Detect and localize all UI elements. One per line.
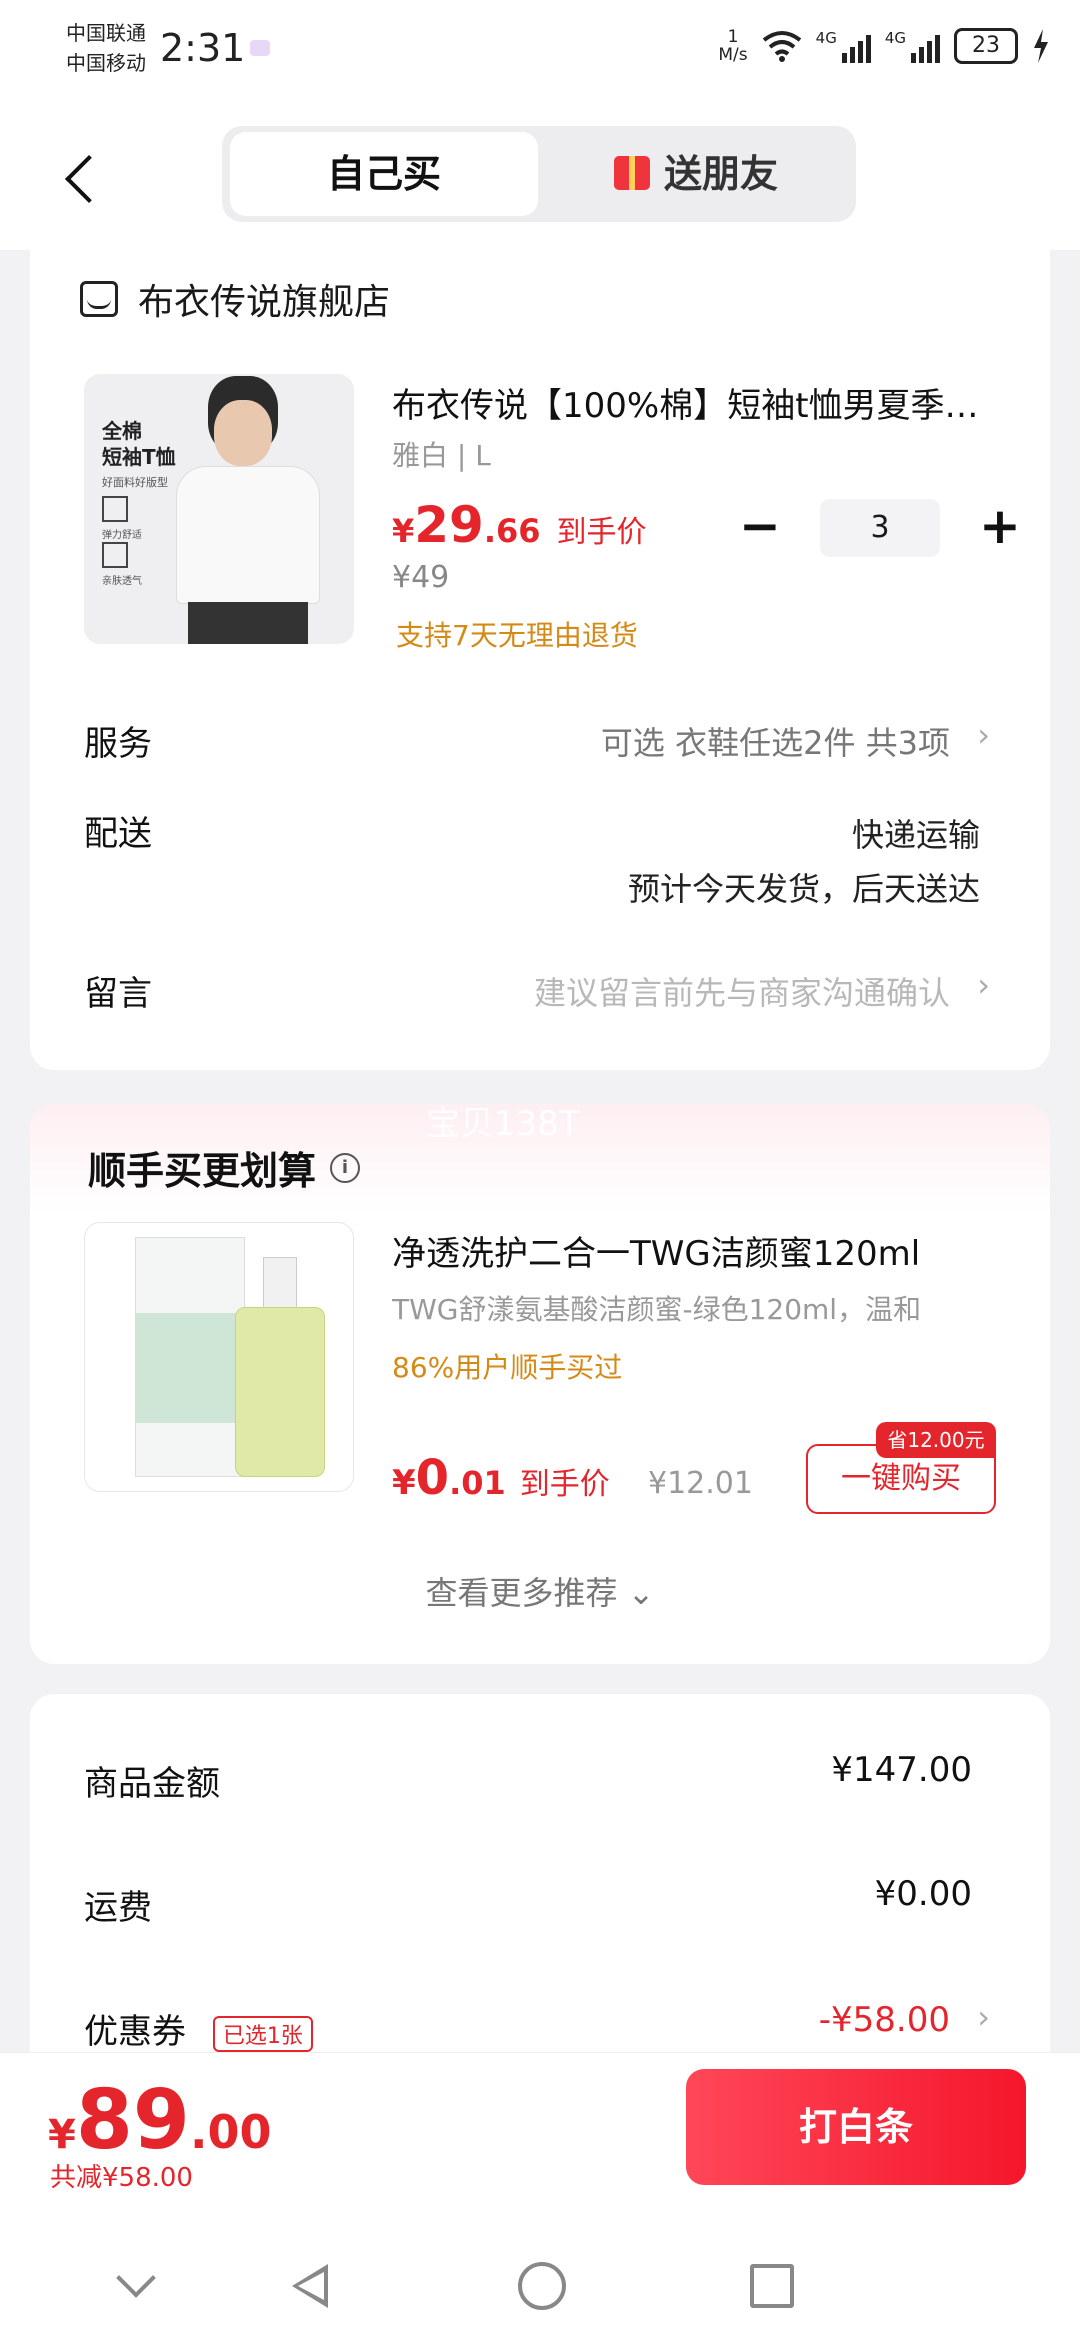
model-pants [188, 602, 308, 644]
coupon-selected-badge: 已选1张 [212, 2015, 313, 2052]
chevron-right-icon[interactable]: › [977, 716, 990, 754]
coupon-row[interactable]: 优惠券 已选1张 [84, 2004, 313, 2053]
status-icons: 1 M/s 4G 4G 23 [718, 28, 1050, 64]
goods-amount-value: ¥147.00 [831, 1750, 972, 1790]
nav-recent-apps-icon[interactable] [746, 2260, 796, 2310]
savings-badge: 省12.00元 [876, 1422, 996, 1458]
carrier-2: 中国移动 [66, 51, 146, 75]
system-nav-bar [0, 2230, 1080, 2340]
feature-icon [102, 542, 128, 568]
store-icon [80, 281, 118, 317]
thumb-caption: 全棉 短袖T恤 [102, 419, 176, 469]
pay-button[interactable]: 打白条 [686, 2069, 1026, 2185]
store-header[interactable]: 布衣传说旗舰店 [80, 274, 390, 324]
recommend-users-note: 86%用户顺手买过 [392, 1351, 623, 1384]
info-icon[interactable]: i [330, 1152, 361, 1183]
recommend-price: ¥0.01 到手价 [392, 1450, 610, 1506]
coupon-label: 优惠券 [84, 2012, 186, 2052]
notification-icon [250, 40, 270, 56]
model-face [214, 400, 272, 466]
package-band [135, 1313, 245, 1423]
store-name: 布衣传说旗舰店 [138, 282, 391, 323]
nav-back-icon[interactable] [284, 2260, 334, 2310]
checkout-bar: ¥89.00 共减¥58.00 打白条 [0, 2052, 1080, 2230]
model-shirt [176, 466, 320, 604]
delivery-method: 快递运输 [851, 816, 980, 854]
wifi-icon [762, 31, 801, 62]
service-value[interactable]: 可选 衣鞋任选2件 共3项 [601, 718, 950, 764]
back-button[interactable] [60, 148, 100, 208]
bottle-pump [263, 1257, 297, 1311]
product-price: ¥29.66 到手价 [392, 496, 647, 554]
chevron-down-icon[interactable] [110, 2260, 160, 2310]
coupon-value[interactable]: -¥58.00 [819, 2000, 950, 2040]
quantity-stepper: − 3 + [730, 498, 1030, 558]
network-speed: 1 M/s [718, 27, 748, 65]
shipping-label: 运费 [84, 1888, 152, 1928]
more-recommendations-link[interactable]: 查看更多推荐 ⌄ [30, 1568, 1050, 1614]
feature-icon [102, 496, 128, 522]
quantity-input[interactable]: 3 [820, 499, 940, 557]
recommend-card: 宝贝138T 顺手买更划算 i 净透洗护二合一TWG洁颜蜜120ml TWG舒漾… [30, 1104, 1050, 1664]
product-thumbnail[interactable]: 全棉 短袖T恤 好面料好版型 弹力舒适 亲肤透气 [84, 374, 354, 644]
thumb-feature-2: 亲肤透气 [102, 576, 142, 587]
recommend-original-price: ¥12.01 [648, 1466, 753, 1501]
product-title[interactable]: 布衣传说【100%棉】短袖t恤男夏季纯棉 [392, 378, 992, 427]
carrier-1: 中国联通 [66, 21, 146, 45]
purchase-mode-tabs: 自己买 送朋友 [222, 126, 856, 222]
tab-send-to-friend[interactable]: 送朋友 [544, 132, 848, 216]
header: 自己买 送朋友 [0, 110, 1080, 250]
bottle [235, 1307, 325, 1477]
charging-icon [1034, 29, 1048, 63]
recommend-title: 顺手买更划算 i [88, 1140, 361, 1195]
chevron-right-icon[interactable]: › [977, 966, 990, 1004]
order-card: 布衣传说旗舰店 全棉 短袖T恤 好面料好版型 弹力舒适 亲肤透气 布衣传说【10… [30, 250, 1050, 1070]
decrease-button[interactable]: − [730, 498, 790, 558]
signal-icon-2: 4G [885, 29, 940, 63]
status-bar: 中国联通 中国移动 2:31 1 M/s 4G 4G 23 [0, 0, 1080, 110]
goods-amount-label: 商品金额 [84, 1764, 220, 1804]
chevron-right-icon[interactable]: › [977, 1998, 990, 2036]
thumb-subcaption: 好面料好版型 [102, 476, 168, 489]
recommend-product-desc[interactable]: TWG舒漾氨基酸洁颜蜜-绿色120ml，温和 [392, 1288, 992, 1328]
battery-indicator: 23 [954, 28, 1018, 64]
product-spec[interactable]: 雅白 | L [392, 434, 491, 474]
increase-button[interactable]: + [970, 498, 1030, 558]
nav-home-icon[interactable] [516, 2260, 566, 2310]
shipping-value: ¥0.00 [874, 1874, 972, 1914]
clock: 2:31 [160, 26, 246, 70]
carrier-info: 中国联通 中国移动 [66, 18, 146, 78]
original-price: ¥49 [392, 560, 450, 595]
signal-icon-1: 4G [816, 29, 871, 63]
return-policy: 支持7天无理由退货 [396, 619, 638, 652]
total-reduction: 共减¥58.00 [50, 2163, 193, 2193]
service-label: 服务 [84, 724, 152, 764]
message-label: 留言 [84, 974, 152, 1014]
gift-icon [613, 155, 650, 190]
tab-buy-for-self[interactable]: 自己买 [230, 132, 538, 216]
total-price: ¥89.00 [48, 2073, 272, 2168]
delivery-label: 配送 [84, 814, 152, 854]
thumb-feature-1: 弹力舒适 [102, 530, 142, 541]
watermark: 宝贝138T [426, 1104, 580, 1144]
message-input[interactable]: 建议留言前先与商家沟通确认 [534, 968, 950, 1014]
recommend-product-name[interactable]: 净透洗护二合一TWG洁颜蜜120ml [392, 1226, 992, 1275]
recommend-thumbnail[interactable] [84, 1222, 354, 1492]
delivery-eta: 预计今天发货，后天送达 [627, 870, 980, 908]
